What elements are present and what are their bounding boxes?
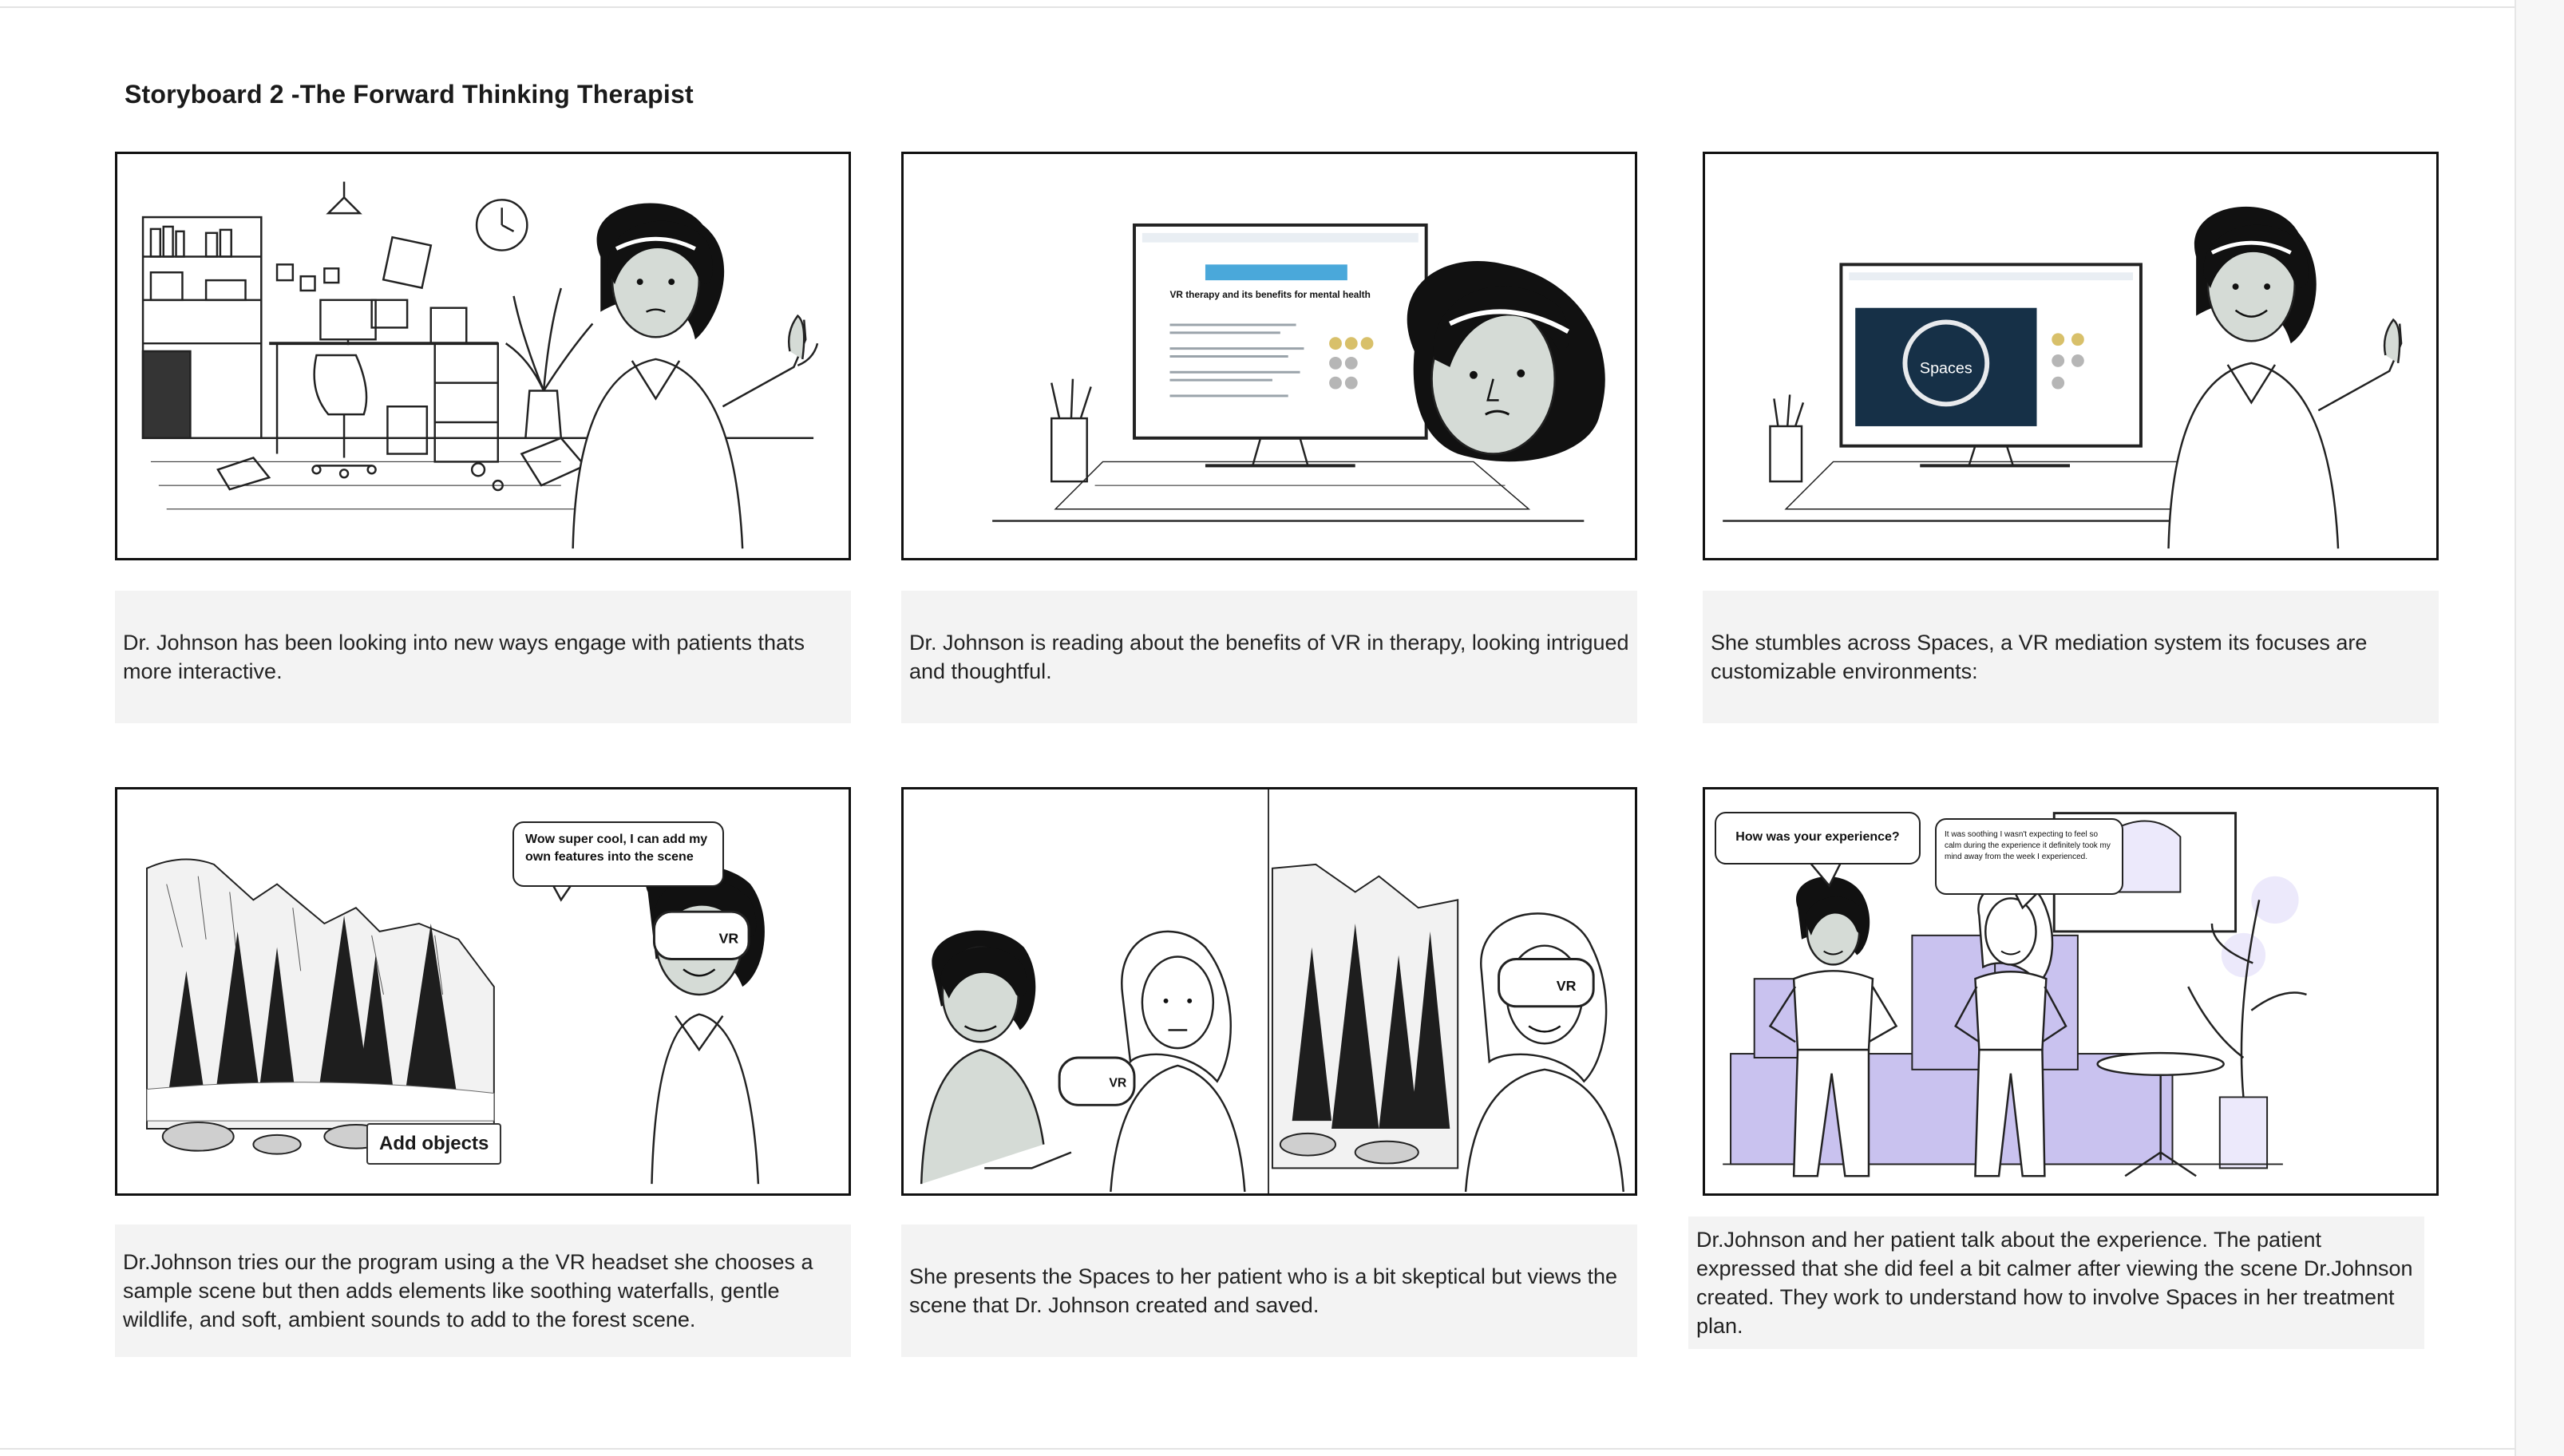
speech-bubble-answer: It was soothing I wasn't expecting to fe… xyxy=(1935,818,2123,895)
canvas-right-scrollbar[interactable] xyxy=(2515,0,2564,1456)
vr-headset-label-1: VR xyxy=(718,931,738,947)
speech-bubble-question: How was your experience? xyxy=(1715,812,1921,864)
panel-3-illustration: Spaces xyxy=(1723,206,2403,549)
caption-text-3: She stumbles across Spaces, a VR mediati… xyxy=(1711,631,2368,683)
storyboard-title: Storyboard 2 -The Forward Thinking Thera… xyxy=(125,80,694,109)
canvas-bottom-line xyxy=(0,1448,2564,1450)
caption-panel-4: Dr.Johnson tries our the program using a… xyxy=(115,1225,851,1357)
speech-bubble-wow: Wow super cool, I can add my own feature… xyxy=(512,821,724,887)
caption-text-4: Dr.Johnson tries our the program using a… xyxy=(123,1250,813,1331)
dr-johnson-figure-5 xyxy=(920,930,1072,1185)
caption-panel-1: Dr. Johnson has been looking into new wa… xyxy=(115,591,851,723)
caption-text-6: Dr.Johnson and her patient talk about th… xyxy=(1696,1228,2413,1338)
caption-text-1: Dr. Johnson has been looking into new wa… xyxy=(123,631,805,683)
panel-5-illustration: VR VR xyxy=(920,789,1624,1193)
panel-2-illustration: VR therapy and its benefits for mental h… xyxy=(992,223,1605,522)
panel-1-illustration xyxy=(141,181,819,549)
panel-2-frame[interactable]: VR therapy and its benefits for mental h… xyxy=(901,152,1637,560)
patient-figure-1 xyxy=(1110,930,1246,1193)
dr-johnson-figure-2 xyxy=(1407,261,1605,462)
panel-5-frame[interactable]: VR VR xyxy=(901,787,1637,1196)
caption-text-2: Dr. Johnson is reading about the benefit… xyxy=(909,631,1629,683)
patient-figure-2 xyxy=(1464,912,1624,1193)
screen-headline: VR therapy and its benefits for mental h… xyxy=(1169,289,1370,300)
dr-johnson-figure-3 xyxy=(2167,206,2403,549)
caption-panel-5: She presents the Spaces to her patient w… xyxy=(901,1225,1637,1357)
vr-headset-label-2: VR xyxy=(1109,1077,1127,1090)
dr-johnson-figure-4 xyxy=(646,864,765,1185)
panel-3-frame[interactable]: Spaces xyxy=(1703,152,2439,560)
add-objects-button[interactable]: Add objects xyxy=(366,1123,502,1165)
caption-panel-6: Dr.Johnson and her patient talk about th… xyxy=(1688,1217,2424,1349)
panel-1-frame[interactable] xyxy=(115,152,851,560)
panel-6-frame[interactable]: How was your experience? It was soothing… xyxy=(1703,787,2439,1196)
dr-johnson-figure-1 xyxy=(572,203,819,549)
caption-text-5: She presents the Spaces to her patient w… xyxy=(909,1264,1618,1317)
vr-headset-label-3: VR xyxy=(1557,978,1577,994)
caption-panel-2: Dr. Johnson is reading about the benefit… xyxy=(901,591,1637,723)
spaces-logo-text: Spaces xyxy=(1920,360,1972,378)
caption-panel-3: She stumbles across Spaces, a VR mediati… xyxy=(1703,591,2439,723)
panel-4-frame[interactable]: VR Wow super cool, I can add my own feat… xyxy=(115,787,851,1196)
canvas-top-line xyxy=(0,6,2564,8)
